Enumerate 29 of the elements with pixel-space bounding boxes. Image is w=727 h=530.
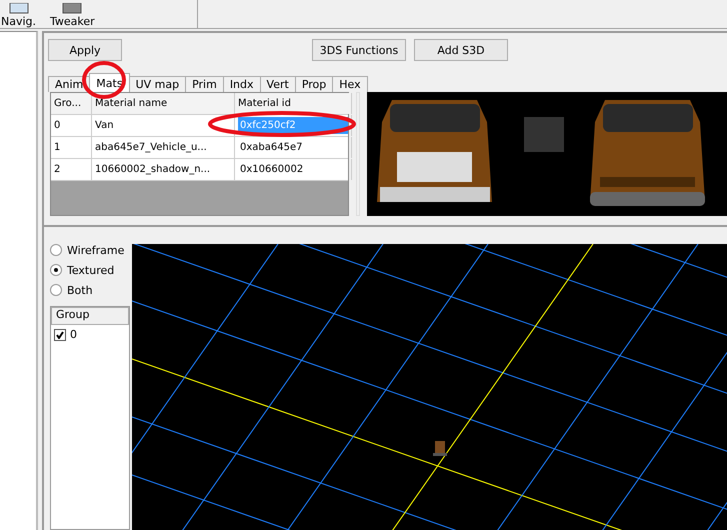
- column-header[interactable]: Material name: [92, 93, 235, 114]
- column-header[interactable]: Material id: [235, 93, 352, 114]
- radio-option[interactable]: Textured: [50, 260, 130, 280]
- tab[interactable]: UV map: [128, 76, 186, 92]
- table-cell: 1: [51, 137, 92, 158]
- table-cell: 0: [51, 115, 92, 136]
- navigator-icon: [8, 3, 30, 15]
- command-button[interactable]: 3DS Functions: [312, 39, 406, 61]
- highlight-circle: [82, 61, 126, 99]
- checkmark-icon: [56, 330, 64, 338]
- table-cell: aba645e7_Vehicle_u...: [92, 137, 235, 158]
- command-button[interactable]: Apply: [48, 39, 122, 61]
- van-model-drawing: [433, 441, 447, 456]
- tab[interactable]: Hex: [332, 76, 368, 92]
- group-checkbox[interactable]: 0: [51, 325, 129, 344]
- table-cell: 0xaba645e7: [235, 137, 352, 158]
- toolbar-button[interactable]: Tweaker: [50, 0, 95, 28]
- tab[interactable]: Prop: [294, 76, 334, 92]
- table-cell: 2: [51, 159, 92, 180]
- table-cell: 10660002_shadow_n...: [92, 159, 235, 180]
- radio-option[interactable]: Wireframe: [50, 240, 130, 260]
- column-header[interactable]: Group: [51, 307, 129, 325]
- table-cell: 0x10660002: [235, 159, 352, 180]
- column-header[interactable]: Gro...: [51, 93, 92, 114]
- toolbar-button[interactable]: Navig.: [1, 0, 36, 28]
- table-cell: Van: [92, 115, 235, 136]
- tool-icon: [61, 3, 84, 15]
- radio-option[interactable]: Both: [50, 280, 130, 300]
- command-button[interactable]: Add S3D: [414, 39, 508, 61]
